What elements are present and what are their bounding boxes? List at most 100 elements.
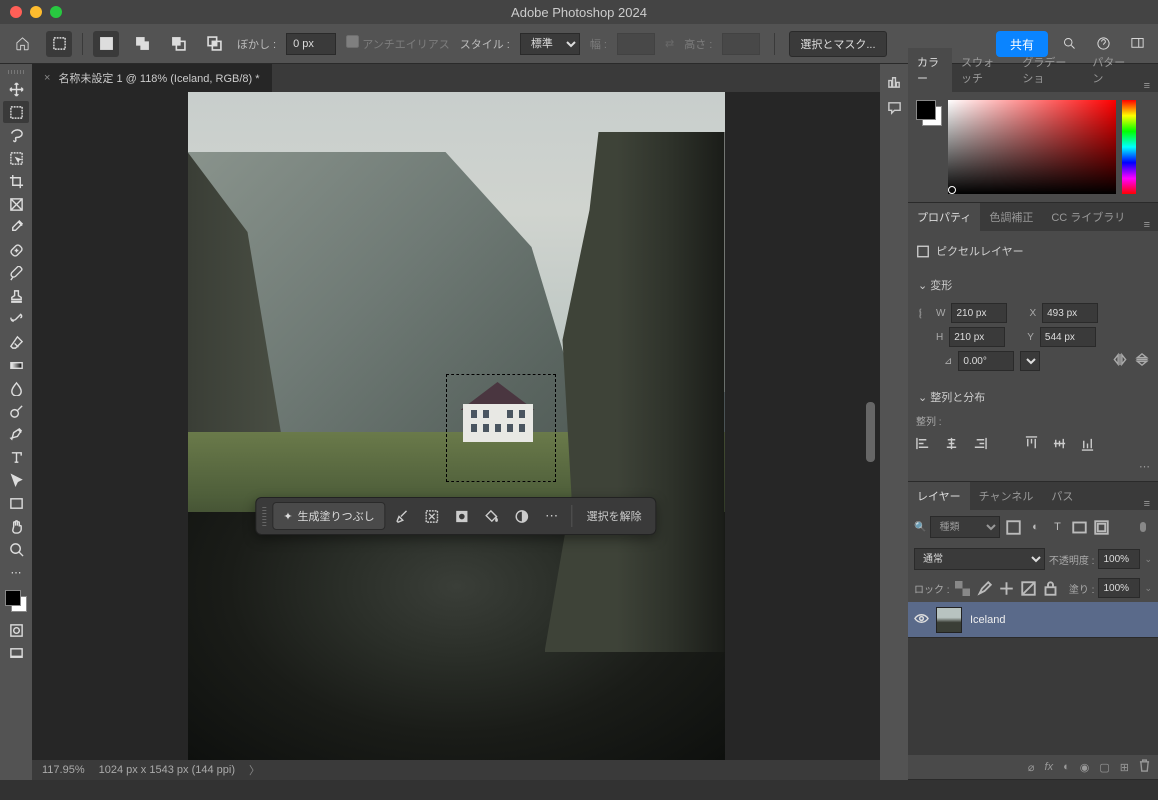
grip-icon[interactable] (262, 506, 266, 526)
document-tab[interactable]: × 名称未設定 1 @ 118% (Iceland, RGB/8) * (32, 64, 272, 92)
type-tool[interactable] (3, 446, 29, 468)
maximize-window[interactable] (50, 6, 62, 18)
opacity-input[interactable] (1098, 549, 1140, 569)
minimize-window[interactable] (30, 6, 42, 18)
deselect-button[interactable]: 選択を解除 (579, 508, 650, 524)
tab-properties[interactable]: プロパティ (908, 203, 980, 231)
filter-smart-icon[interactable] (1092, 518, 1110, 536)
panel-menu-icon[interactable]: ≡ (1136, 498, 1158, 510)
tab-gradients[interactable]: グラデーショ (1013, 48, 1083, 92)
lock-nest-icon[interactable] (1020, 579, 1038, 597)
intersect-selection-icon[interactable] (201, 31, 227, 57)
panel-menu-icon[interactable]: ≡ (1136, 219, 1158, 231)
filter-toggle[interactable] (1134, 518, 1152, 536)
fx-icon[interactable]: fx (1045, 761, 1054, 773)
object-select-tool[interactable] (3, 147, 29, 169)
eraser-tool[interactable] (3, 331, 29, 353)
layer-thumbnail[interactable] (936, 607, 962, 633)
comments-icon[interactable] (883, 96, 905, 118)
width-input[interactable] (951, 303, 1007, 323)
tab-layers[interactable]: レイヤー (908, 482, 970, 510)
panel-menu-icon[interactable]: ≡ (1136, 80, 1158, 92)
lasso-tool[interactable] (3, 124, 29, 146)
shape-tool[interactable] (3, 492, 29, 514)
align-bottom-icon[interactable] (1080, 436, 1100, 452)
filter-shape-icon[interactable] (1070, 518, 1088, 536)
lock-all-icon[interactable] (1042, 579, 1060, 597)
link-icon[interactable]: ⌀ (1028, 761, 1035, 774)
layer-name[interactable]: Iceland (970, 614, 1005, 626)
canvas[interactable] (188, 92, 725, 760)
move-tool[interactable] (3, 78, 29, 100)
lock-pos-icon[interactable] (998, 579, 1016, 597)
select-subject-icon[interactable] (418, 502, 446, 530)
visibility-icon[interactable] (914, 611, 928, 629)
quick-mask-icon[interactable] (3, 619, 29, 641)
more-options-icon[interactable]: ⋯ (916, 460, 1150, 473)
blend-mode-select[interactable]: 通常 (914, 548, 1045, 570)
group-icon[interactable]: ▢ (1099, 761, 1109, 774)
generative-fill-button[interactable]: ✦生成塗りつぶし (272, 502, 385, 530)
mask-icon[interactable] (448, 502, 476, 530)
pen-tool[interactable] (3, 423, 29, 445)
tab-channels[interactable]: チャンネル (970, 482, 1043, 510)
hue-slider[interactable] (1122, 100, 1136, 194)
height-input[interactable] (949, 327, 1005, 347)
scrollbar-vertical[interactable] (866, 122, 878, 738)
marquee-tool[interactable] (3, 101, 29, 123)
adjustment-icon[interactable]: ◉ (1080, 761, 1090, 774)
color-swatches[interactable] (5, 590, 27, 612)
zoom-level[interactable]: 117.95% (42, 764, 85, 776)
layer-row[interactable]: Iceland (908, 602, 1158, 638)
tab-libraries[interactable]: CC ライブラリ (1042, 203, 1134, 231)
align-right-icon[interactable] (972, 436, 992, 452)
lock-trans-icon[interactable] (954, 579, 972, 597)
invert-icon[interactable] (508, 502, 536, 530)
fill-icon[interactable] (478, 502, 506, 530)
hand-tool[interactable] (3, 515, 29, 537)
blur-tool[interactable] (3, 377, 29, 399)
tab-paths[interactable]: パス (1042, 482, 1082, 510)
lock-paint-icon[interactable] (976, 579, 994, 597)
filter-type-icon[interactable]: T (1048, 518, 1066, 536)
angle-select[interactable] (1020, 351, 1040, 371)
flip-v-icon[interactable] (1134, 352, 1150, 370)
eyedropper-tool[interactable] (3, 216, 29, 238)
align-top-icon[interactable] (1024, 436, 1044, 452)
select-and-mask-button[interactable]: 選択とマスク... (789, 31, 886, 57)
layer-filter-select[interactable]: 種類 (930, 516, 1000, 538)
gradient-tool[interactable] (3, 354, 29, 376)
add-selection-icon[interactable] (129, 31, 155, 57)
align-hcenter-icon[interactable] (944, 436, 964, 452)
transform-section[interactable]: ⌄ 変形 (918, 280, 952, 292)
marquee-selection[interactable] (446, 374, 556, 482)
filter-pixel-icon[interactable] (1004, 518, 1022, 536)
feather-input[interactable] (286, 33, 336, 55)
style-select[interactable]: 標準 (520, 33, 580, 55)
brush-tool[interactable] (3, 262, 29, 284)
x-input[interactable] (1042, 303, 1098, 323)
angle-input[interactable] (958, 351, 1014, 371)
subtract-selection-icon[interactable] (165, 31, 191, 57)
y-input[interactable] (1040, 327, 1096, 347)
screen-mode-icon[interactable] (3, 642, 29, 664)
more-tools[interactable]: ⋯ (3, 561, 29, 583)
stamp-tool[interactable] (3, 285, 29, 307)
frame-tool[interactable] (3, 193, 29, 215)
align-left-icon[interactable] (916, 436, 936, 452)
tab-adjustments[interactable]: 色調補正 (980, 203, 1042, 231)
tab-patterns[interactable]: パターン (1083, 48, 1135, 92)
align-section[interactable]: ⌄ 整列と分布 (918, 392, 985, 404)
zoom-tool[interactable] (3, 538, 29, 560)
mask-icon[interactable]: ◐ (1063, 761, 1070, 773)
tool-preset[interactable] (46, 31, 72, 57)
canvas-viewport[interactable]: ✦生成塗りつぶし ⋯ 選択を解除 (32, 92, 880, 760)
fill-input[interactable] (1098, 578, 1140, 598)
dodge-tool[interactable] (3, 400, 29, 422)
history-brush-tool[interactable] (3, 308, 29, 330)
filter-adjust-icon[interactable]: ◐ (1026, 518, 1044, 536)
align-vcenter-icon[interactable] (1052, 436, 1072, 452)
path-select-tool[interactable] (3, 469, 29, 491)
close-window[interactable] (10, 6, 22, 18)
color-field[interactable] (948, 100, 1116, 194)
